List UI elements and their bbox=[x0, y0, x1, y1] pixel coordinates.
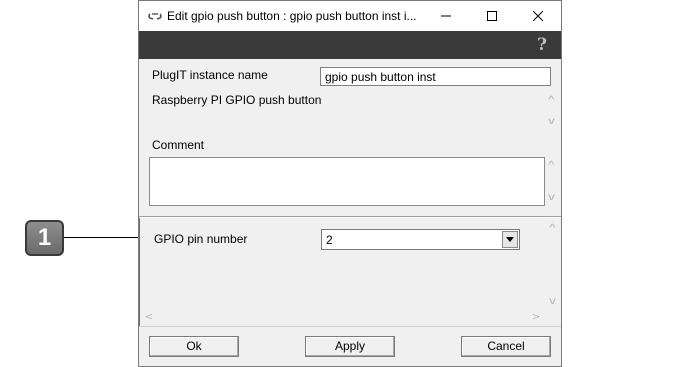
panel-scroll-right-icon[interactable]: > bbox=[532, 313, 540, 323]
instance-panel: PlugIT instance name gpio push button in… bbox=[139, 59, 561, 216]
help-question-icon[interactable]: ? bbox=[537, 35, 553, 55]
dropdown-arrow-button[interactable] bbox=[502, 231, 518, 248]
gpio-pin-value: 2 bbox=[326, 233, 333, 247]
minimize-icon bbox=[441, 15, 451, 17]
panel-scroll-down-icon[interactable]: v bbox=[549, 297, 556, 307]
gpio-pin-label: GPIO pin number bbox=[154, 232, 248, 246]
chain-link-icon bbox=[148, 13, 162, 20]
plugit-description: Raspberry PI GPIO push button bbox=[152, 93, 322, 107]
maximize-icon bbox=[487, 11, 497, 21]
maximize-button[interactable] bbox=[469, 1, 515, 31]
callout-badge: 1 bbox=[25, 220, 64, 256]
window-title: Edit gpio push button : gpio push button… bbox=[167, 9, 417, 23]
panel-scroll-up-icon[interactable]: ^ bbox=[549, 224, 555, 234]
panel-scroll-left-icon[interactable]: < bbox=[145, 313, 153, 323]
comment-textarea[interactable] bbox=[149, 157, 545, 206]
close-button[interactable] bbox=[515, 1, 561, 31]
gpio-pin-select[interactable]: 2 bbox=[321, 229, 520, 250]
minimize-button[interactable] bbox=[423, 1, 469, 31]
ok-button[interactable]: Ok bbox=[149, 336, 239, 357]
parameters-panel: GPIO pin number 2 ^ v < > bbox=[139, 218, 561, 326]
instance-name-label: PlugIT instance name bbox=[152, 68, 268, 82]
instance-name-field[interactable]: gpio push button inst bbox=[320, 67, 551, 86]
comment-scroll-down-icon[interactable]: v bbox=[548, 193, 555, 203]
toolbar: ? bbox=[139, 31, 561, 59]
comment-label: Comment bbox=[152, 138, 205, 152]
close-icon bbox=[533, 11, 543, 21]
apply-button[interactable]: Apply bbox=[305, 336, 395, 357]
cancel-button[interactable]: Cancel bbox=[461, 336, 551, 357]
chevron-down-icon bbox=[506, 237, 514, 242]
scroll-up-icon[interactable]: ^ bbox=[548, 96, 554, 106]
comment-scroll-up-icon[interactable]: ^ bbox=[548, 161, 554, 171]
edit-dialog: Edit gpio push button : gpio push button… bbox=[138, 0, 562, 367]
title-bar: Edit gpio push button : gpio push button… bbox=[139, 1, 561, 31]
button-bar: Ok Apply Cancel bbox=[139, 326, 561, 366]
scroll-down-icon[interactable]: v bbox=[548, 117, 555, 127]
